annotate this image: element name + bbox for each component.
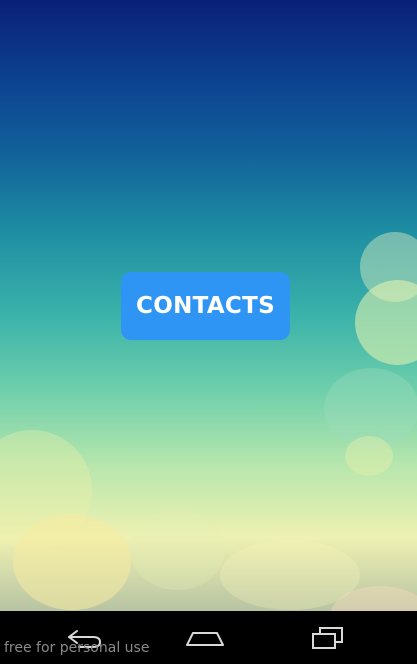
bokeh-light <box>330 586 417 611</box>
bokeh-light <box>220 540 360 610</box>
back-button[interactable] <box>40 611 130 664</box>
bokeh-light <box>13 514 131 610</box>
home-icon <box>186 631 224 646</box>
bokeh-light <box>345 436 393 476</box>
home-button[interactable] <box>160 611 250 664</box>
bokeh-light <box>355 280 417 365</box>
recents-button[interactable] <box>282 611 372 664</box>
system-navigation-bar <box>0 611 417 664</box>
contacts-button[interactable]: CONTACTS <box>121 272 290 340</box>
bokeh-light <box>324 368 417 448</box>
bokeh-light <box>130 510 225 590</box>
back-icon <box>68 629 102 648</box>
recents-icon <box>312 626 343 649</box>
bokeh-light <box>0 430 92 550</box>
app-screen: CONTACTS free for personal use <box>0 0 417 664</box>
bokeh-light <box>360 232 417 302</box>
